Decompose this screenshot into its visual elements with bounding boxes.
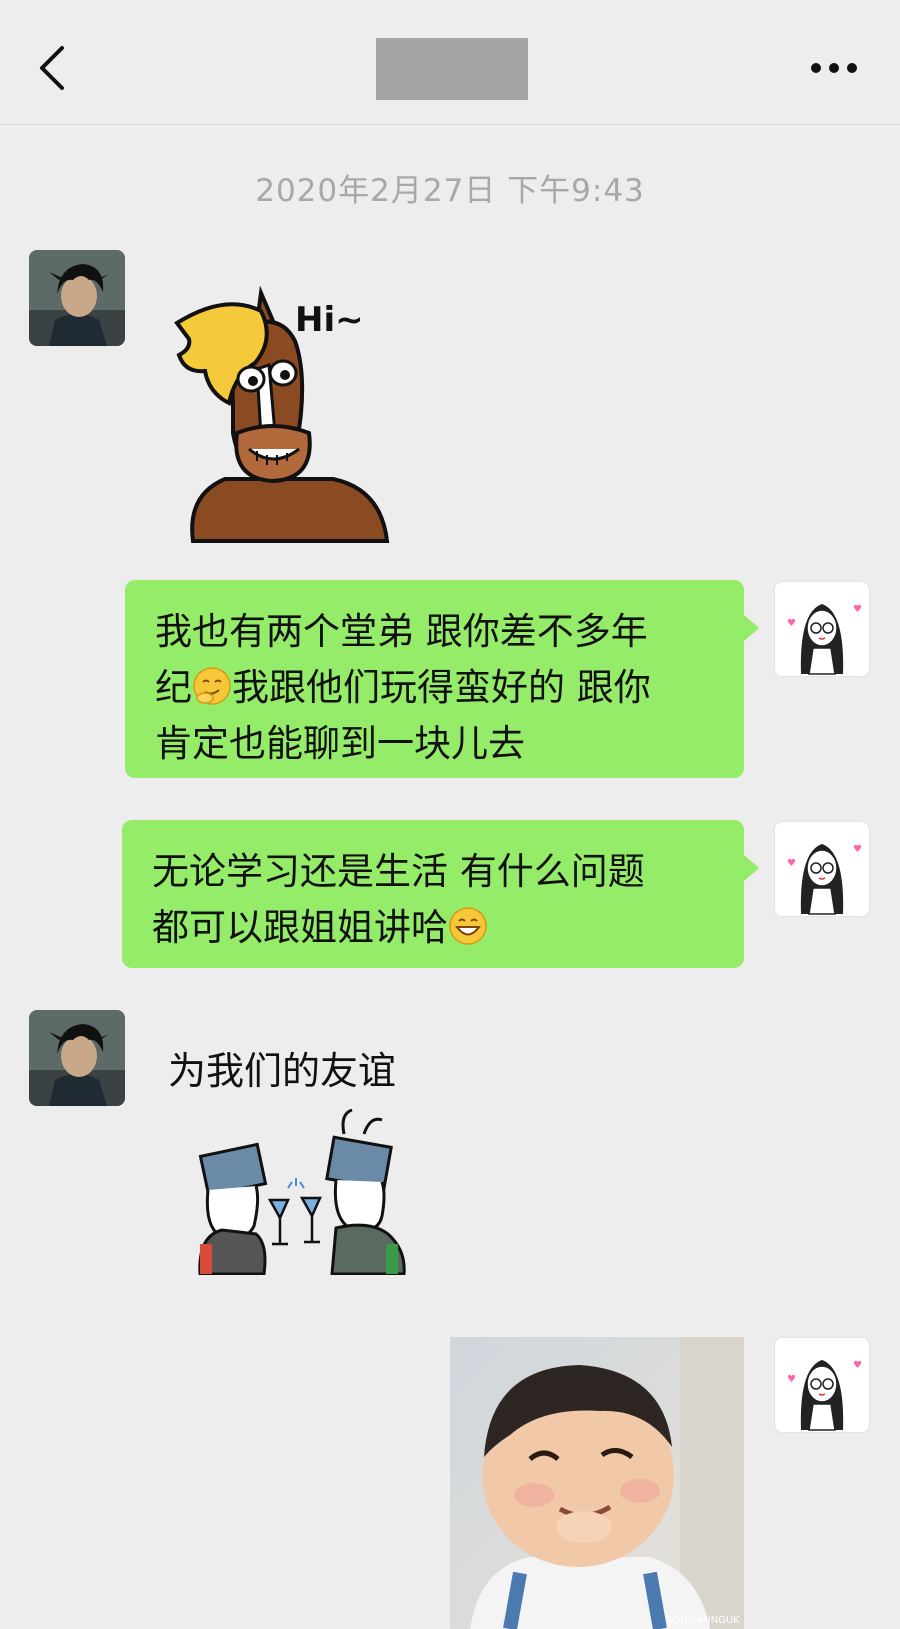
smiling-child-photo[interactable]: SONG-MINGUK — [450, 1337, 744, 1629]
svg-text:♥: ♥ — [853, 604, 862, 615]
message-timestamp: 2020年2月27日 下午9:43 — [255, 173, 645, 209]
my-text-message[interactable]: 无论学习还是生活 有什么问题 都可以跟姐姐讲哈 — [122, 820, 759, 968]
chat-header — [0, 0, 900, 125]
my-avatar[interactable]: ♥ ♥ — [774, 821, 870, 917]
sticker-hi-text: Hi~ — [295, 300, 364, 340]
grin-emoji-icon — [449, 907, 487, 945]
smirk-emoji-icon — [193, 667, 231, 705]
my-avatar[interactable]: ♥ ♥ — [774, 581, 870, 677]
svg-text:♥: ♥ — [853, 1360, 862, 1371]
contact-avatar[interactable] — [29, 250, 125, 346]
message-text-part: 无论学习还是生活 有什么问题 都可以跟姐姐讲哈 — [152, 850, 645, 949]
svg-text:♥: ♥ — [787, 618, 796, 629]
back-button[interactable] — [30, 40, 74, 96]
sticker-caption-text: 为我们的友谊 — [168, 1049, 396, 1093]
my-avatar[interactable]: ♥ ♥ — [774, 1337, 870, 1433]
friendship-toast-sticker[interactable]: 为我们的友谊 — [160, 1030, 450, 1276]
more-button[interactable] — [806, 50, 862, 86]
horse-hi-sticker[interactable]: Hi~ — [165, 283, 405, 543]
svg-text:♥: ♥ — [787, 858, 796, 869]
my-text-message[interactable]: 我也有两个堂弟 跟你差不多年 纪我跟他们玩得蛮好的 跟你 肯定也能聊到一块儿去 — [125, 580, 759, 778]
svg-text:♥: ♥ — [853, 844, 862, 855]
chevron-left-icon — [40, 46, 64, 90]
svg-text:♥: ♥ — [787, 1374, 796, 1385]
contact-avatar[interactable] — [29, 1010, 125, 1106]
redacted-contact-name — [376, 38, 528, 100]
more-dots-icon — [811, 63, 857, 73]
photo-watermark: SONG-MINGUK — [666, 1615, 740, 1626]
